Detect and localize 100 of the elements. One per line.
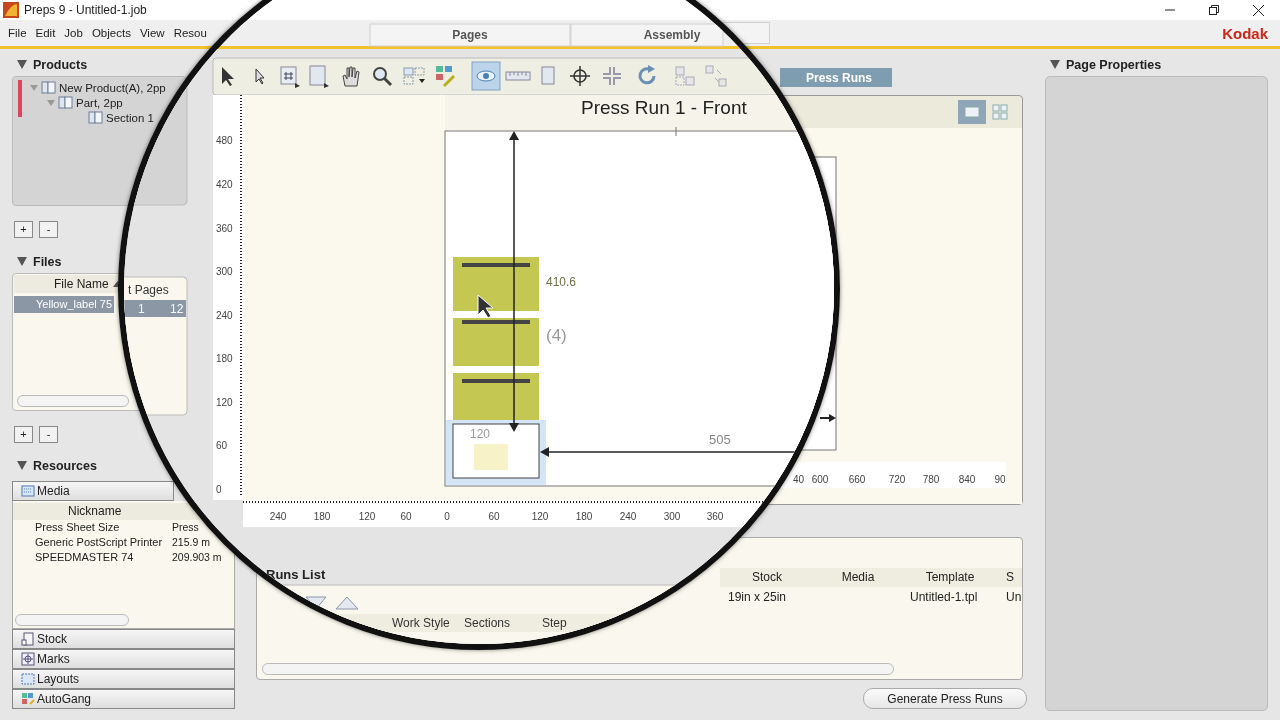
ruler-label: 240 <box>619 511 637 522</box>
expand-icon[interactable] <box>17 257 27 266</box>
column-header[interactable]: Sections <box>464 616 511 630</box>
tab[interactable]: Pages <box>369 23 571 47</box>
table-cell: Press <box>172 520 199 535</box>
autogang-icon <box>21 692 35 706</box>
ruler-label: 180 <box>313 511 331 522</box>
column-header[interactable]: Media <box>814 567 902 587</box>
search-icon[interactable] <box>373 67 393 87</box>
scrollbar[interactable] <box>262 663 894 675</box>
accordion-header[interactable]: Media <box>12 481 174 501</box>
page-number-icon[interactable] <box>280 66 300 88</box>
ruler-label: 600 <box>811 474 829 485</box>
ruler-label: 840 <box>958 474 976 485</box>
arrow-icon[interactable] <box>255 68 265 85</box>
small-button[interactable]: - <box>39 426 58 443</box>
tree-item[interactable]: Part, 2pp <box>76 96 123 109</box>
tiles-icon[interactable] <box>675 66 695 86</box>
sheet-title: Press Run 1 - Front <box>581 97 747 118</box>
column-header[interactable]: Step <box>542 616 567 630</box>
accordion-header[interactable]: Stock <box>12 629 235 649</box>
ruler-label: 300 <box>663 511 681 522</box>
ruler-label: 240 <box>269 511 287 522</box>
refresh-icon[interactable] <box>638 65 656 85</box>
column-header[interactable]: Stock <box>720 567 814 587</box>
tiles-icon[interactable] <box>705 65 727 87</box>
column-header[interactable]: S <box>998 567 1022 587</box>
crosshair-icon[interactable] <box>569 65 591 87</box>
grid-icon[interactable] <box>403 67 425 85</box>
row-highlight <box>124 300 186 317</box>
ruler-label: 120 <box>216 397 233 408</box>
window-title: Preps 9 - Untitled-1.job <box>24 3 147 17</box>
ruler-label: 720 <box>888 474 906 485</box>
page-icon[interactable] <box>309 65 329 88</box>
menu-item[interactable]: File <box>8 27 27 39</box>
ruler-label: 180 <box>575 511 593 522</box>
close-icon <box>1252 4 1264 16</box>
tab[interactable]: Assembly <box>570 23 724 47</box>
ruler-label: 120 <box>358 511 376 522</box>
pointer-icon[interactable] <box>222 67 234 86</box>
crop-marks-icon[interactable] <box>602 66 622 86</box>
section-title: Resources <box>33 458 97 473</box>
section-title: Products <box>33 57 88 72</box>
section-title: Files <box>33 254 62 269</box>
ruler-label: 60 <box>216 440 228 451</box>
ruler-label: 360 <box>216 223 233 234</box>
tree-item[interactable]: New Product(A), 2pp <box>59 81 166 94</box>
expand-icon[interactable] <box>17 60 27 69</box>
ruler-label: 60 <box>488 511 500 522</box>
ruler-label: 0 <box>216 484 222 495</box>
dimension-arrow <box>819 414 836 422</box>
menu-item[interactable]: Resou <box>173 27 207 39</box>
page-view-icon <box>964 106 980 118</box>
ruler-label: 480 <box>216 135 233 146</box>
cursor-icon <box>477 294 494 319</box>
generate-button[interactable]: Generate Press Runs <box>863 688 1027 709</box>
grid-view-icon <box>992 104 1008 120</box>
ruler-label: 300 <box>216 266 233 277</box>
table-cell-text: Generic PostScript Printer <box>35 535 164 550</box>
column-header[interactable]: Work Style <box>392 616 450 630</box>
marks-icon <box>21 652 35 666</box>
table-cell-text: SPEEDMASTER 74 <box>35 550 135 565</box>
column-header[interactable]: Template <box>902 567 998 587</box>
ruler-label: 0 <box>444 511 450 522</box>
small-button[interactable]: + <box>14 426 33 443</box>
accordion-header[interactable]: AutoGang <box>12 689 235 709</box>
hand-icon[interactable] <box>342 66 360 87</box>
ruler-icon[interactable] <box>505 71 531 81</box>
table-cell: 12 <box>170 302 184 316</box>
small-button[interactable]: - <box>39 221 58 238</box>
brand-logo: Kodak <box>1222 24 1268 42</box>
menu-item[interactable]: Edit <box>35 27 56 39</box>
view-mode-button[interactable] <box>958 100 986 124</box>
scrollbar[interactable] <box>15 614 129 626</box>
menu-item[interactable]: View <box>139 27 165 39</box>
step-count-label: (4) <box>546 326 567 345</box>
stock-icon <box>21 632 35 646</box>
table-cell-text: Un <box>1005 590 1022 604</box>
wand-icon[interactable] <box>436 66 456 88</box>
menu-item[interactable]: Objects <box>91 27 131 39</box>
ruler-label: 780 <box>922 474 940 485</box>
eye-icon[interactable] <box>471 61 501 91</box>
column-header[interactable]: t Pages <box>128 283 169 297</box>
tree-item[interactable]: Section 1 <box>106 111 154 124</box>
layouts-icon <box>21 672 35 686</box>
ruler-label: 420 <box>216 179 233 190</box>
menu-item[interactable]: Job <box>64 27 83 39</box>
dimension-label: 120 <box>470 427 491 441</box>
accordion-header[interactable]: Layouts <box>12 669 235 689</box>
table-cell-text: Press Sheet Size <box>35 520 121 535</box>
expand-icon[interactable] <box>1050 60 1060 69</box>
table-cell: 209.903 m <box>172 550 222 565</box>
ruler-label: 60 <box>400 511 412 522</box>
expand-icon[interactable] <box>17 461 27 470</box>
dimension-label: 505 <box>709 432 731 447</box>
accordion-header[interactable]: Marks <box>12 649 235 669</box>
small-button[interactable]: + <box>14 221 33 238</box>
restore-icon <box>1209 5 1219 15</box>
table-cell-text: 19in x 25in <box>727 590 788 604</box>
scrollbar[interactable] <box>17 395 129 407</box>
